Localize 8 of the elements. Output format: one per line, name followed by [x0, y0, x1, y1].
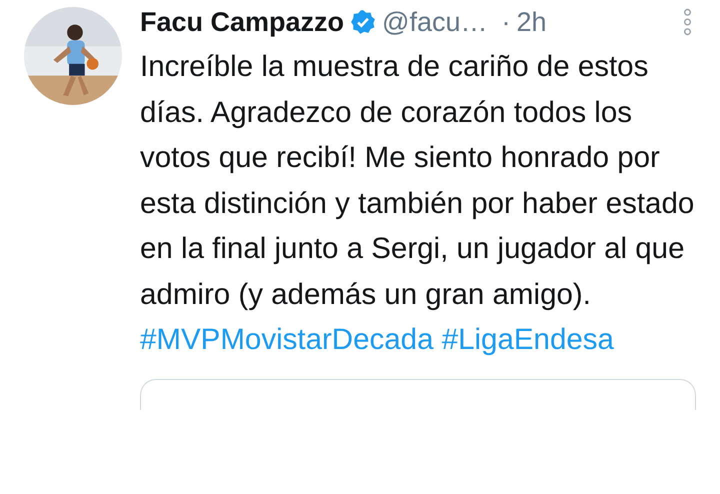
author-name[interactable]: Facu Campazzo [140, 6, 344, 38]
more-options-icon[interactable] [683, 8, 692, 36]
tweet-text: Increíble la muestra de cariño de estos días. Agradezco de corazón todos los votos que recibí! Me siento honrado por esta distinción y también por haber estado en la final junto a Sergi, un jugador al que admiro (y además un gran amigo). #MVPMovistarDecada #LigaEndesa [140, 49, 696, 358]
author-handle[interactable]: @facu… [382, 6, 488, 38]
hashtag-link[interactable]: #LigaEndesa [442, 323, 614, 356]
tweet-time[interactable]: 2h [516, 6, 547, 38]
separator-dot: · [502, 6, 510, 38]
hashtag-link[interactable]: #MVPMovistarDecada [140, 323, 434, 356]
